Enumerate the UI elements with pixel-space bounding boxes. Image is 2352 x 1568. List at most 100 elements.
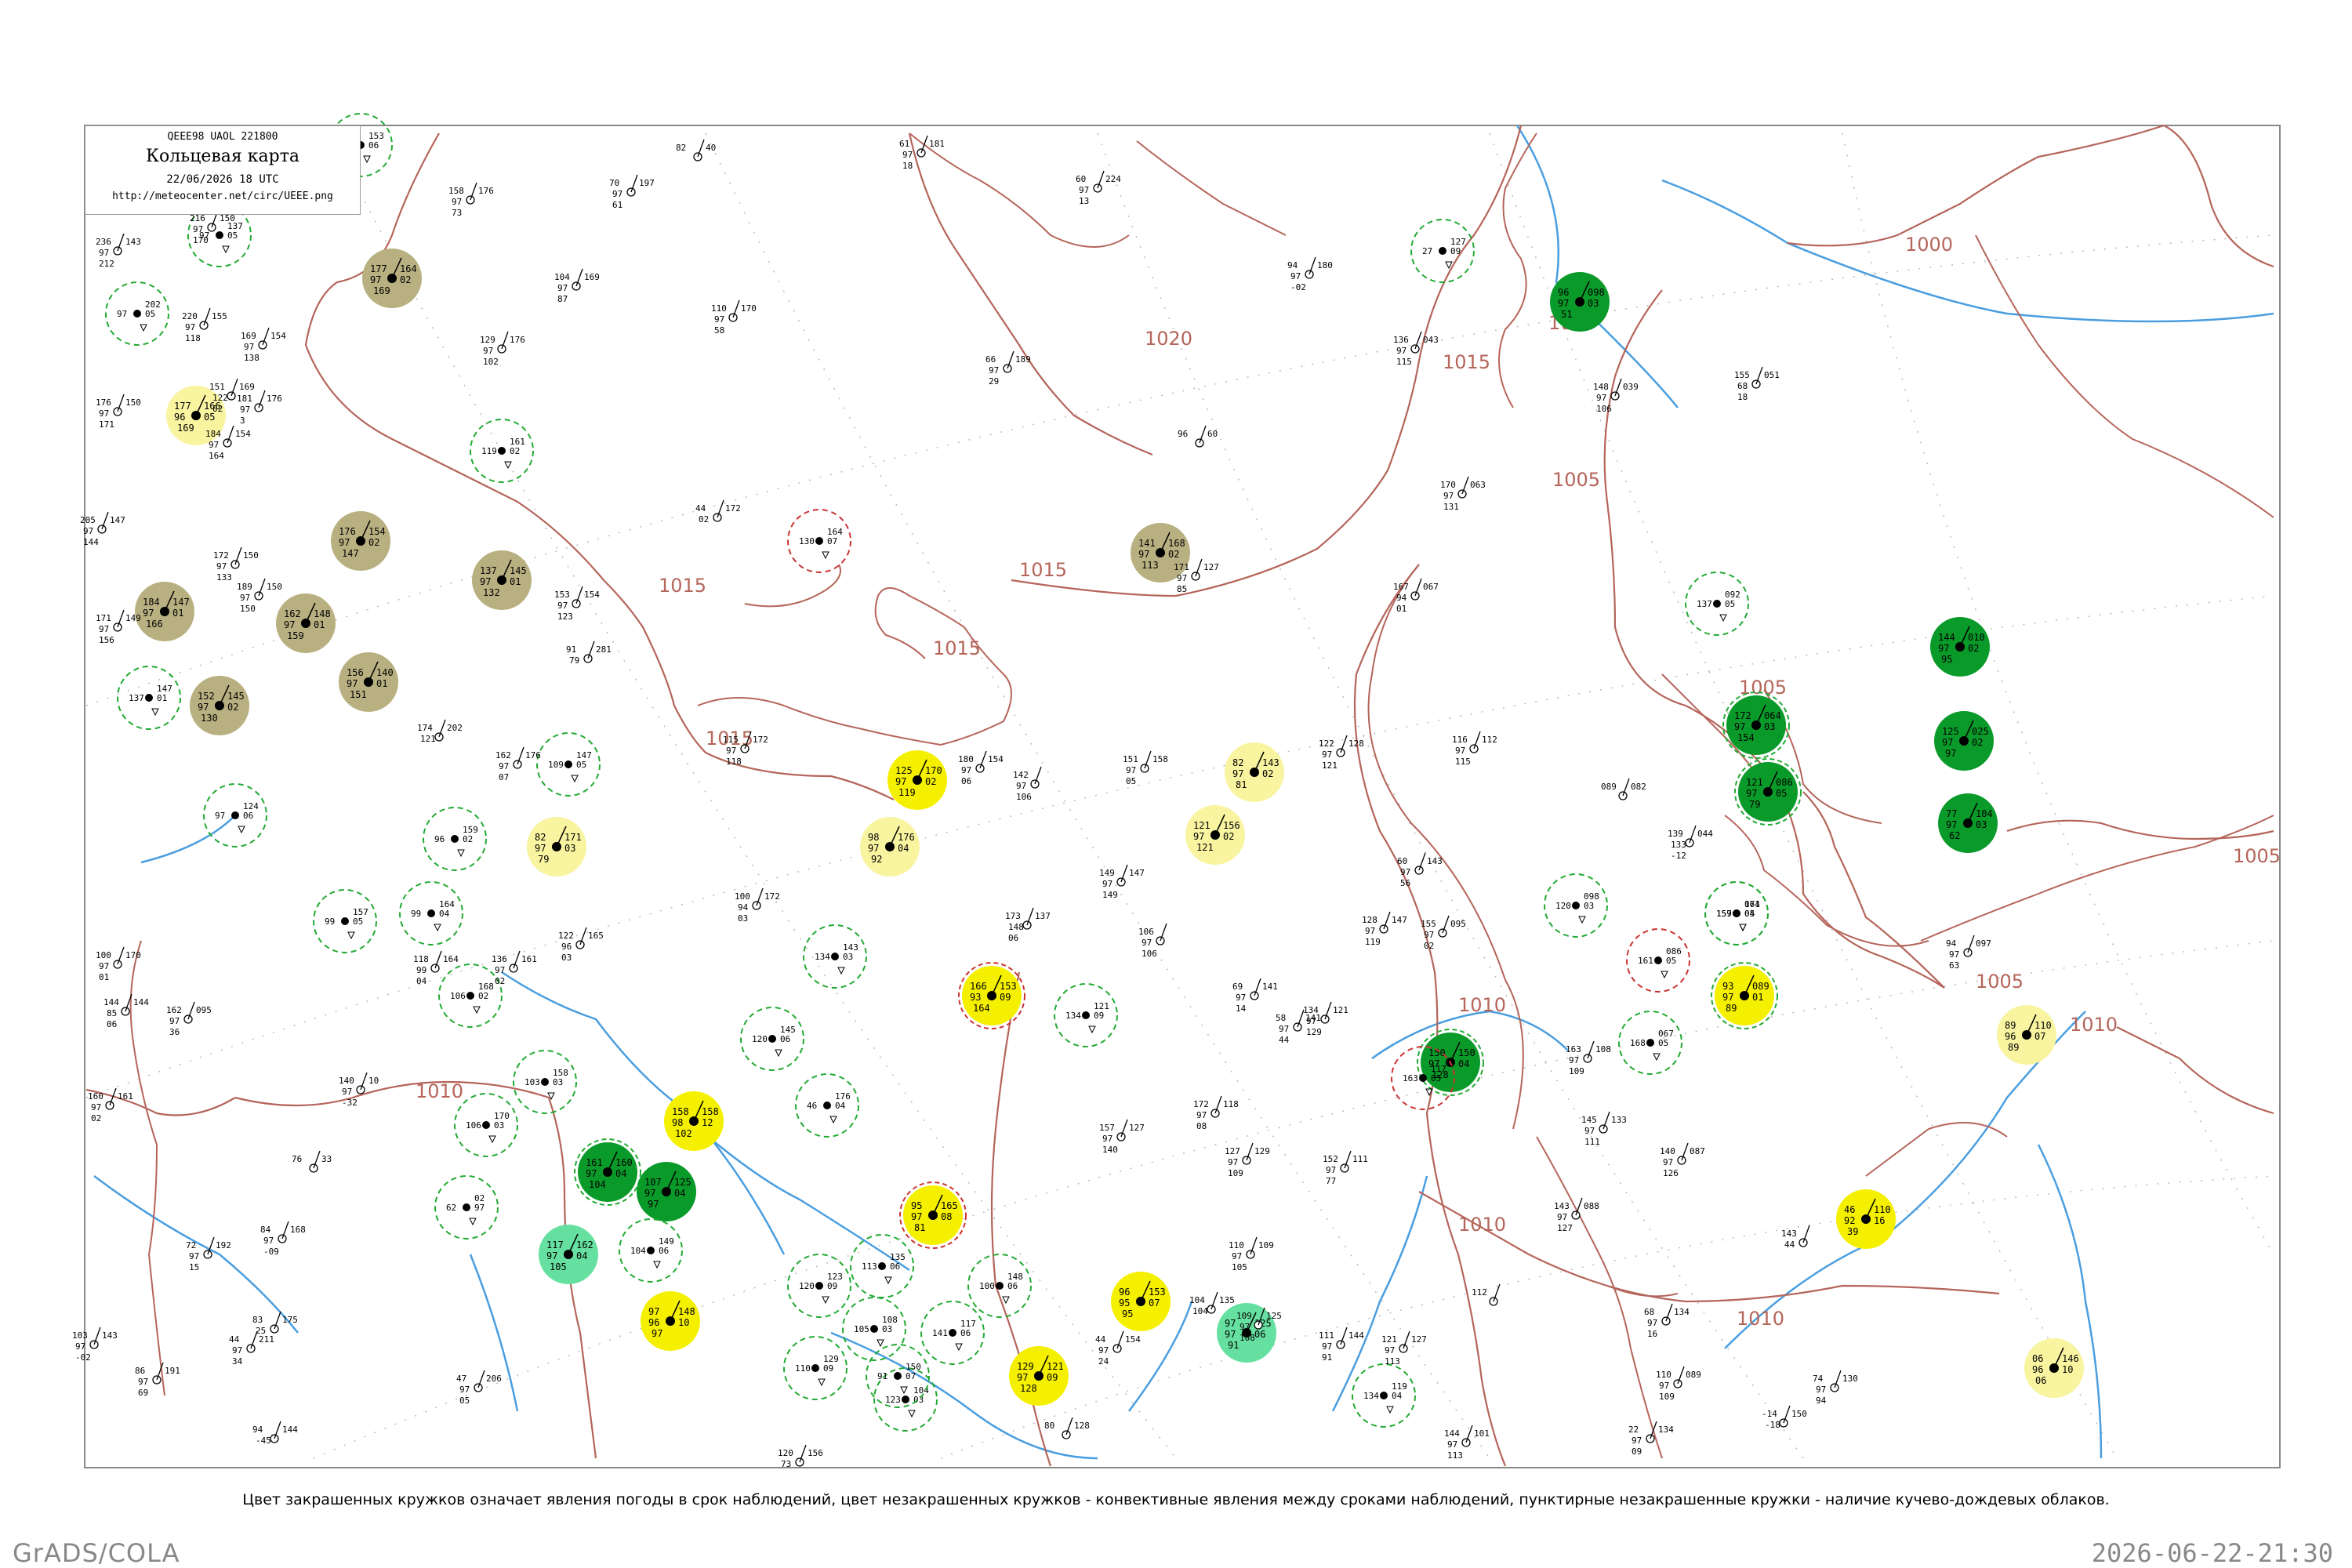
- tendency-value: 03: [1764, 721, 1775, 732]
- temp-value: 184: [143, 597, 160, 608]
- shower-icon: [457, 849, 465, 858]
- temp-value: 158: [448, 186, 464, 196]
- shower-icon: [775, 1049, 782, 1058]
- station-plain: 44 211 9734: [229, 1330, 274, 1367]
- dewpoint-value: 97: [1816, 1385, 1826, 1395]
- pressure-value: 168: [290, 1225, 306, 1235]
- station-plain: 145 133 97111: [1581, 1111, 1627, 1147]
- station-plain: 60 143 9756: [1397, 852, 1443, 888]
- temp-value: 173: [1005, 911, 1021, 921]
- tendency-value: 113: [1385, 1356, 1400, 1367]
- cloud-cover-icon: [498, 447, 506, 455]
- isobar-label: 1020: [1145, 328, 1192, 350]
- cloud-cover-icon: [341, 917, 349, 925]
- station-plain: 143 088 97127: [1554, 1197, 1599, 1233]
- tendency-value: 06: [960, 1328, 971, 1338]
- temp-value: 110: [795, 1363, 811, 1374]
- pressure-value: 088: [1584, 1201, 1599, 1211]
- station-hollow: 158103 03: [513, 1050, 577, 1114]
- cloud-cover-icon: [949, 1329, 956, 1337]
- dew-value: 81: [1236, 779, 1247, 790]
- dewpoint-value: 97: [1193, 831, 1204, 842]
- tendency-value: 56: [1400, 878, 1410, 888]
- pressure-value: 143: [1262, 757, 1279, 768]
- shower-icon: [900, 1386, 908, 1395]
- dewpoint-value: 122: [212, 393, 228, 403]
- temp-value: 69: [1232, 982, 1243, 992]
- tendency-value: 02: [1168, 549, 1179, 560]
- dewpoint-value: 97: [99, 248, 109, 258]
- dewpoint-value: 97: [895, 776, 906, 787]
- dewpoint-value: 97: [1138, 549, 1149, 560]
- tendency-value: 69: [138, 1388, 148, 1398]
- dewpoint-value: 97: [209, 440, 219, 450]
- station-plain: 184 154 97164: [205, 425, 251, 461]
- dew-value: 91: [1228, 1340, 1239, 1351]
- temp-value: 134: [1363, 1391, 1379, 1401]
- tendency-value: 03: [882, 1324, 892, 1334]
- tendency-value: 212: [99, 259, 114, 269]
- dew-value: 97: [648, 1199, 659, 1210]
- pressure-value: 098: [1588, 287, 1605, 298]
- dewpoint-value: 97: [1558, 298, 1569, 309]
- tendency-value: 111: [1584, 1137, 1600, 1147]
- dewpoint-value: 97: [644, 1188, 655, 1199]
- station-plain: 100 172 9403: [735, 887, 780, 924]
- station-hollow: 17646 04: [795, 1073, 859, 1138]
- shower-icon: [571, 775, 579, 783]
- station-hollow: 15996 02: [423, 807, 487, 871]
- pressure-value: 150: [243, 550, 259, 561]
- temp-value: 117: [546, 1240, 564, 1250]
- dewpoint-value: 97: [75, 1341, 85, 1352]
- temp-value: 84: [260, 1225, 271, 1235]
- pressure-value: 176: [267, 394, 282, 404]
- temp-value: 205: [80, 515, 96, 525]
- isobar-label: 1010: [1458, 1214, 1506, 1236]
- pressure-value: 162: [576, 1240, 593, 1250]
- dew-value: 81: [914, 1222, 925, 1233]
- temp-value: 171: [96, 613, 111, 623]
- station-plain: 94 180 97-02: [1287, 256, 1333, 292]
- pressure-value: 095: [1450, 919, 1466, 929]
- pressure-value: 143: [125, 237, 141, 247]
- dewpoint-value: 97: [99, 408, 109, 419]
- temp-value: 148: [1593, 382, 1609, 392]
- tendency-value: 02: [495, 976, 505, 986]
- temp-value: 115: [723, 735, 739, 745]
- temp-value: 141: [932, 1328, 948, 1338]
- temp-value: 144: [1938, 632, 1955, 643]
- cloud-cover-icon: [831, 953, 839, 960]
- isobar-label: 1005: [1739, 677, 1787, 699]
- temp-value: 96: [1119, 1287, 1130, 1298]
- temp-value: 152: [198, 691, 215, 702]
- temp-value: 172: [213, 550, 229, 561]
- tendency-value: 02: [478, 991, 488, 1001]
- temp-value: 104: [630, 1246, 646, 1256]
- station-hollow: 12497 06: [203, 783, 267, 848]
- tendency-value: 07: [2034, 1031, 2045, 1042]
- station-filled: 125 170 97 02 119: [887, 750, 947, 810]
- pressure-value: 108: [1595, 1044, 1611, 1054]
- dewpoint-value: 97: [1240, 1322, 1250, 1332]
- dewpoint-value: 96: [174, 412, 185, 423]
- tendency-value: 05: [1431, 1073, 1441, 1083]
- pressure-value: 171: [564, 832, 582, 843]
- cloud-cover-icon: [541, 1078, 549, 1086]
- station-plain: 122 165 9603: [558, 927, 604, 963]
- station-plain: 44 154 9724: [1095, 1330, 1141, 1367]
- temp-value: 06: [2032, 1353, 2043, 1364]
- station-filled: 82 171 97 03 79: [527, 817, 586, 877]
- tendency-value: 170: [193, 235, 209, 245]
- station-plain: 69 141 9714: [1232, 978, 1278, 1014]
- isobar-label: 1015: [933, 637, 981, 659]
- tendency-value: 02: [510, 446, 520, 456]
- station-plain: 47 206 9705: [456, 1370, 502, 1406]
- station-plain: 112: [1472, 1283, 1501, 1306]
- station-plain: 172 118 9708: [1193, 1095, 1239, 1131]
- tendency-value: 07: [827, 536, 837, 546]
- pressure-value: 063: [1470, 480, 1486, 490]
- cloud-cover-icon: [145, 694, 153, 702]
- pressure-value: 121: [1333, 1005, 1348, 1015]
- shower-icon: [347, 931, 355, 940]
- tendency-value: 58: [714, 325, 724, 336]
